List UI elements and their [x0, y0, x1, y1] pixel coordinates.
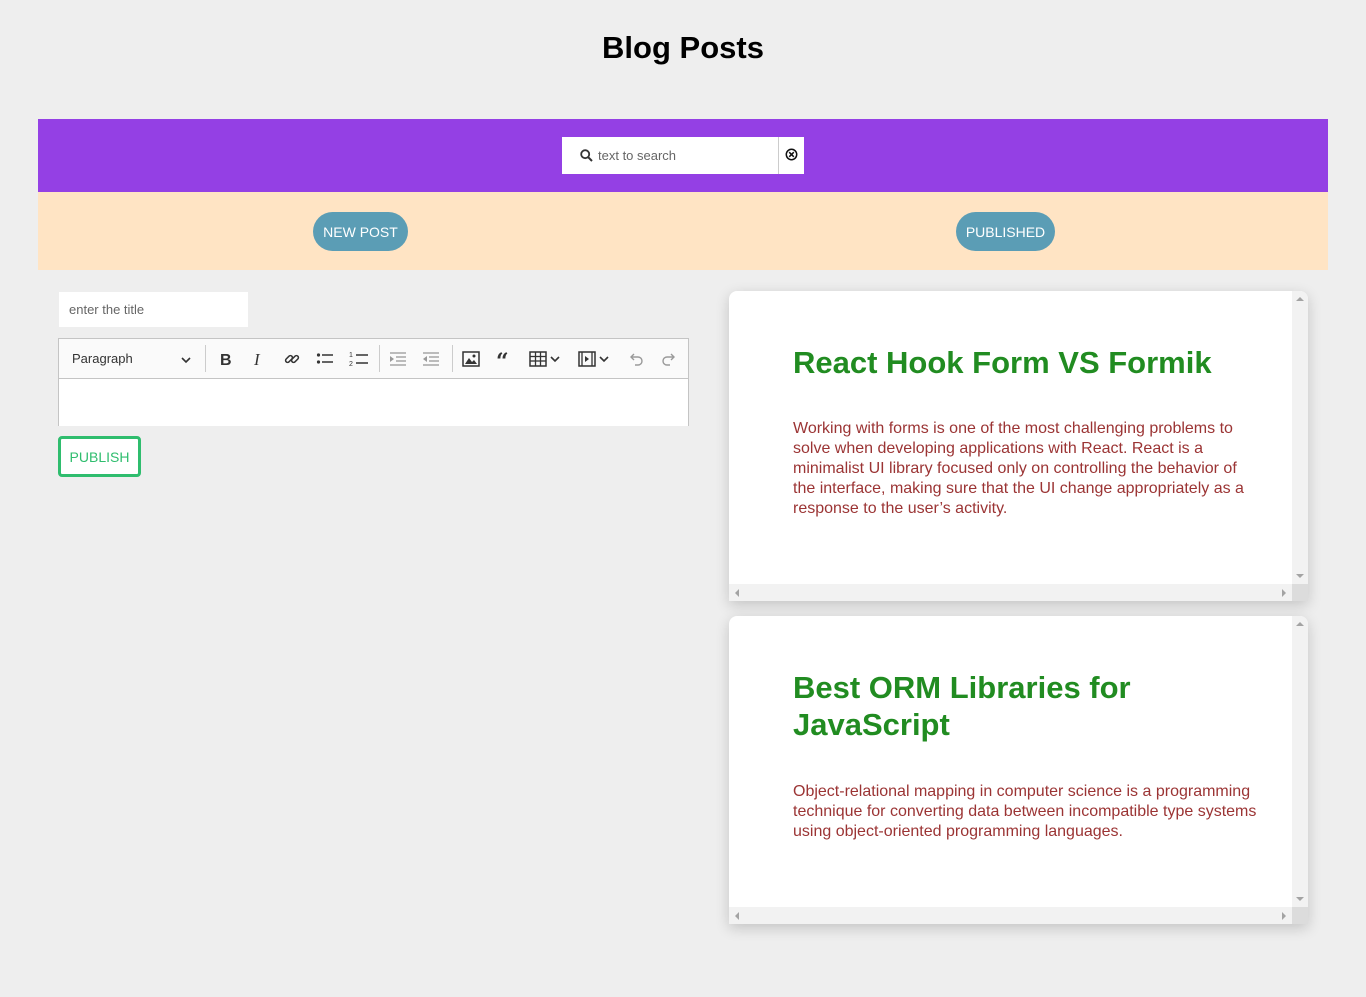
block-format-label: Paragraph — [72, 351, 133, 366]
clear-search-button[interactable] — [778, 137, 804, 174]
scrollbar-corner — [1292, 584, 1308, 601]
undo-icon[interactable] — [625, 348, 647, 370]
vertical-scrollbar[interactable] — [1292, 291, 1308, 584]
title-input[interactable] — [59, 292, 248, 327]
scroll-up-icon[interactable] — [1296, 297, 1304, 301]
post-body: Working with forms is one of the most ch… — [793, 420, 1244, 517]
rich-text-editor: Paragraph B I 12 “ — [58, 338, 689, 426]
block-format-dropdown[interactable]: Paragraph — [59, 339, 205, 378]
scroll-left-icon[interactable] — [735, 589, 739, 597]
scroll-left-icon[interactable] — [735, 912, 739, 920]
search-bar — [38, 119, 1328, 192]
post-title: React Hook Form VS Formik — [793, 345, 1212, 380]
editor-content-area[interactable] — [59, 379, 688, 426]
search-icon — [580, 149, 594, 163]
svg-text:2: 2 — [349, 361, 353, 368]
scroll-down-icon[interactable] — [1296, 574, 1304, 578]
bold-icon[interactable]: B — [214, 348, 236, 370]
toolbar-divider — [205, 345, 206, 372]
post-card: React Hook Form VS Formik Working with f… — [729, 291, 1308, 601]
italic-icon[interactable]: I — [247, 348, 269, 370]
numbered-list-icon[interactable]: 12 — [348, 348, 370, 370]
svg-text:B: B — [220, 352, 232, 367]
scroll-right-icon[interactable] — [1282, 589, 1286, 597]
search-input[interactable] — [598, 148, 768, 163]
redo-icon[interactable] — [658, 348, 680, 370]
post-title: Best ORM Libraries for JavaScript — [793, 670, 1131, 742]
svg-text:1: 1 — [349, 352, 353, 359]
quote-icon[interactable]: “ — [494, 348, 516, 370]
editor-toolbar: Paragraph B I 12 “ — [59, 339, 688, 379]
chevron-down-icon[interactable] — [598, 348, 610, 370]
media-icon[interactable] — [576, 348, 598, 370]
toolbar-divider — [452, 345, 453, 372]
post-card-content: React Hook Form VS Formik Working with f… — [729, 291, 1292, 584]
published-button[interactable]: PUBLISHED — [956, 212, 1055, 251]
post-card-content: Best ORM Libraries for JavaScript Object… — [729, 616, 1292, 907]
svg-text:I: I — [253, 351, 261, 367]
link-icon[interactable] — [281, 348, 303, 370]
toolbar-divider — [379, 345, 380, 372]
publish-button[interactable]: PUBLISH — [58, 436, 141, 477]
bulleted-list-icon[interactable] — [314, 348, 336, 370]
search-box — [562, 137, 778, 174]
horizontal-scrollbar[interactable] — [729, 584, 1292, 601]
indent-icon[interactable] — [420, 348, 442, 370]
scroll-down-icon[interactable] — [1296, 897, 1304, 901]
chevron-down-icon[interactable] — [549, 348, 561, 370]
vertical-scrollbar[interactable] — [1292, 616, 1308, 907]
post-card: Best ORM Libraries for JavaScript Object… — [729, 616, 1308, 924]
image-icon[interactable] — [460, 348, 482, 370]
scrollbar-corner — [1292, 907, 1308, 924]
page-title: Blog Posts — [602, 30, 764, 65]
scroll-up-icon[interactable] — [1296, 622, 1304, 626]
post-body: Object-relational mapping in computer sc… — [793, 783, 1257, 840]
clear-icon — [785, 148, 798, 164]
horizontal-scrollbar[interactable] — [729, 907, 1292, 924]
scroll-right-icon[interactable] — [1282, 912, 1286, 920]
chevron-down-icon — [181, 353, 191, 368]
nav-bar: NEW POST PUBLISHED — [38, 192, 1328, 270]
new-post-button[interactable]: NEW POST — [313, 212, 408, 251]
outdent-icon[interactable] — [387, 348, 409, 370]
svg-text:“: “ — [496, 351, 509, 367]
table-icon[interactable] — [527, 348, 549, 370]
